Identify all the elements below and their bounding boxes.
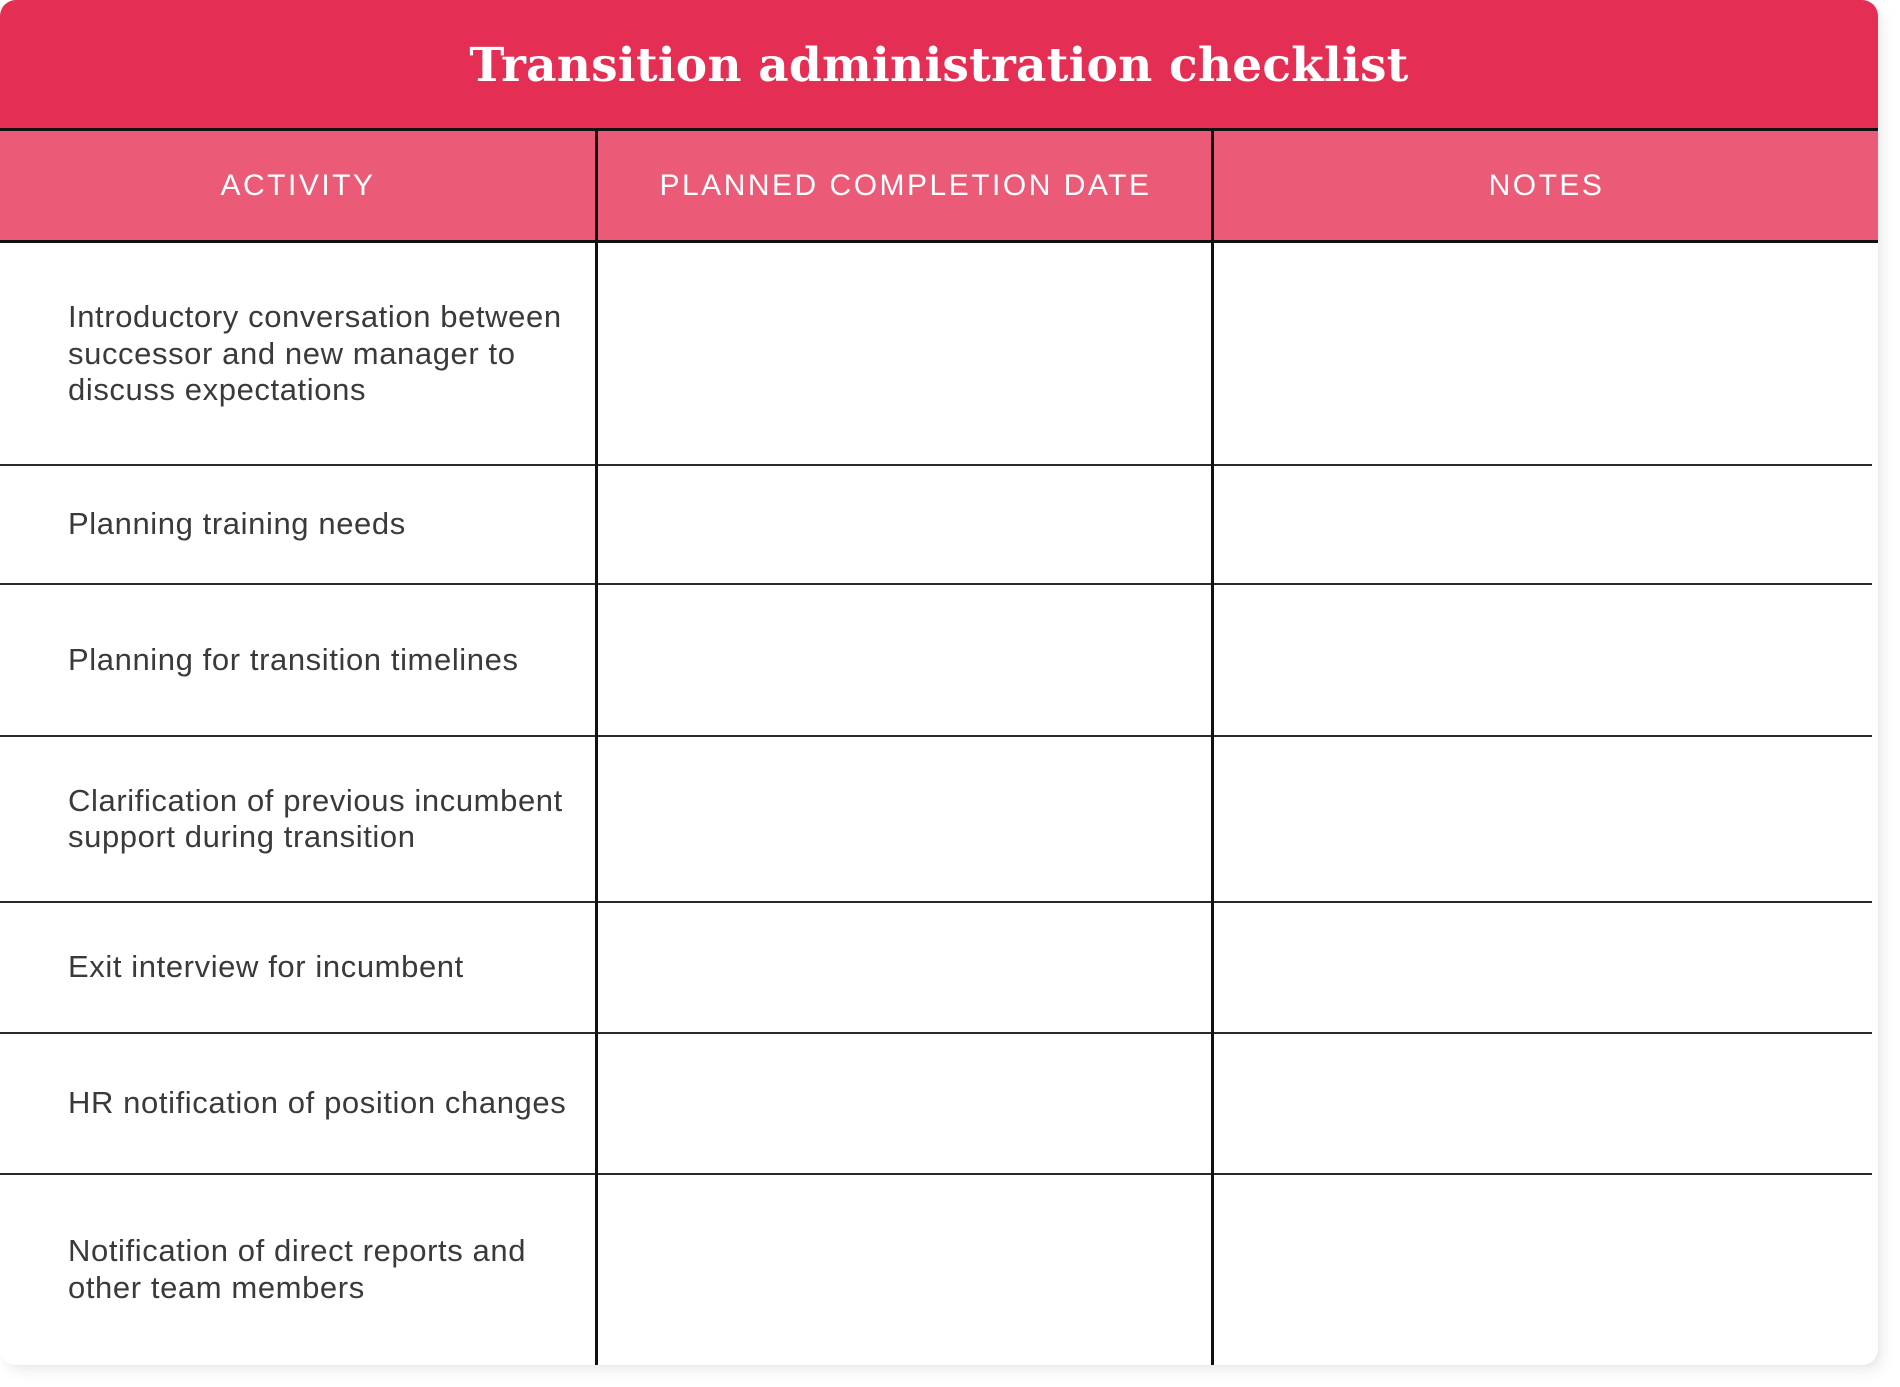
planned-completion-date-cell[interactable] bbox=[598, 245, 1211, 465]
activity-label: HR notification of position changes bbox=[68, 1085, 567, 1121]
activity-cell: HR notification of position changes bbox=[68, 1033, 568, 1174]
activity-label: Introductory conversation between succes… bbox=[68, 299, 562, 408]
column-header-notes: NOTES bbox=[1488, 168, 1605, 202]
planned-completion-date-cell[interactable] bbox=[598, 904, 1211, 1033]
notes-cell[interactable] bbox=[1214, 904, 1872, 1033]
page-title: Transition administration checklist bbox=[469, 37, 1409, 93]
title-band: Transition administration checklist bbox=[0, 0, 1878, 128]
notes-cell[interactable] bbox=[1214, 245, 1872, 465]
activity-cell: Clarification of previous incumbent supp… bbox=[68, 736, 568, 902]
activity-label: Exit interview for incumbent bbox=[68, 949, 464, 985]
activity-label: Planning for transition timelines bbox=[68, 641, 519, 677]
notes-cell[interactable] bbox=[1214, 467, 1872, 584]
activity-cell: Planning training needs bbox=[68, 465, 568, 584]
activity-label: Clarification of previous incumbent supp… bbox=[68, 782, 563, 855]
activity-cell: Exit interview for incumbent bbox=[68, 902, 568, 1033]
checklist-card: Transition administration checklist ACTI… bbox=[0, 0, 1878, 1365]
column-divider bbox=[1211, 128, 1214, 1365]
planned-completion-date-cell[interactable] bbox=[598, 1035, 1211, 1174]
notes-cell[interactable] bbox=[1214, 1035, 1872, 1174]
notes-cell[interactable] bbox=[1214, 1176, 1872, 1365]
column-divider bbox=[595, 128, 598, 1365]
activity-cell: Planning for transition timelines bbox=[68, 584, 568, 736]
activity-cell: Notification of direct reports and other… bbox=[68, 1174, 568, 1365]
planned-completion-date-cell[interactable] bbox=[598, 738, 1211, 902]
column-header-activity: ACTIVITY bbox=[220, 168, 376, 202]
table-header: ACTIVITY PLANNED COMPLETION DATE NOTES bbox=[0, 128, 1878, 243]
activity-label: Planning training needs bbox=[68, 506, 406, 542]
notes-cell[interactable] bbox=[1214, 738, 1872, 902]
activity-label: Notification of direct reports and other… bbox=[68, 1233, 527, 1305]
activity-cell: Introductory conversation between succes… bbox=[68, 243, 568, 465]
planned-completion-date-cell[interactable] bbox=[598, 1176, 1211, 1365]
planned-completion-date-cell[interactable] bbox=[598, 586, 1211, 736]
notes-cell[interactable] bbox=[1214, 586, 1872, 736]
planned-completion-date-cell[interactable] bbox=[598, 467, 1211, 584]
column-header-planned-completion-date: PLANNED COMPLETION DATE bbox=[659, 168, 1152, 202]
